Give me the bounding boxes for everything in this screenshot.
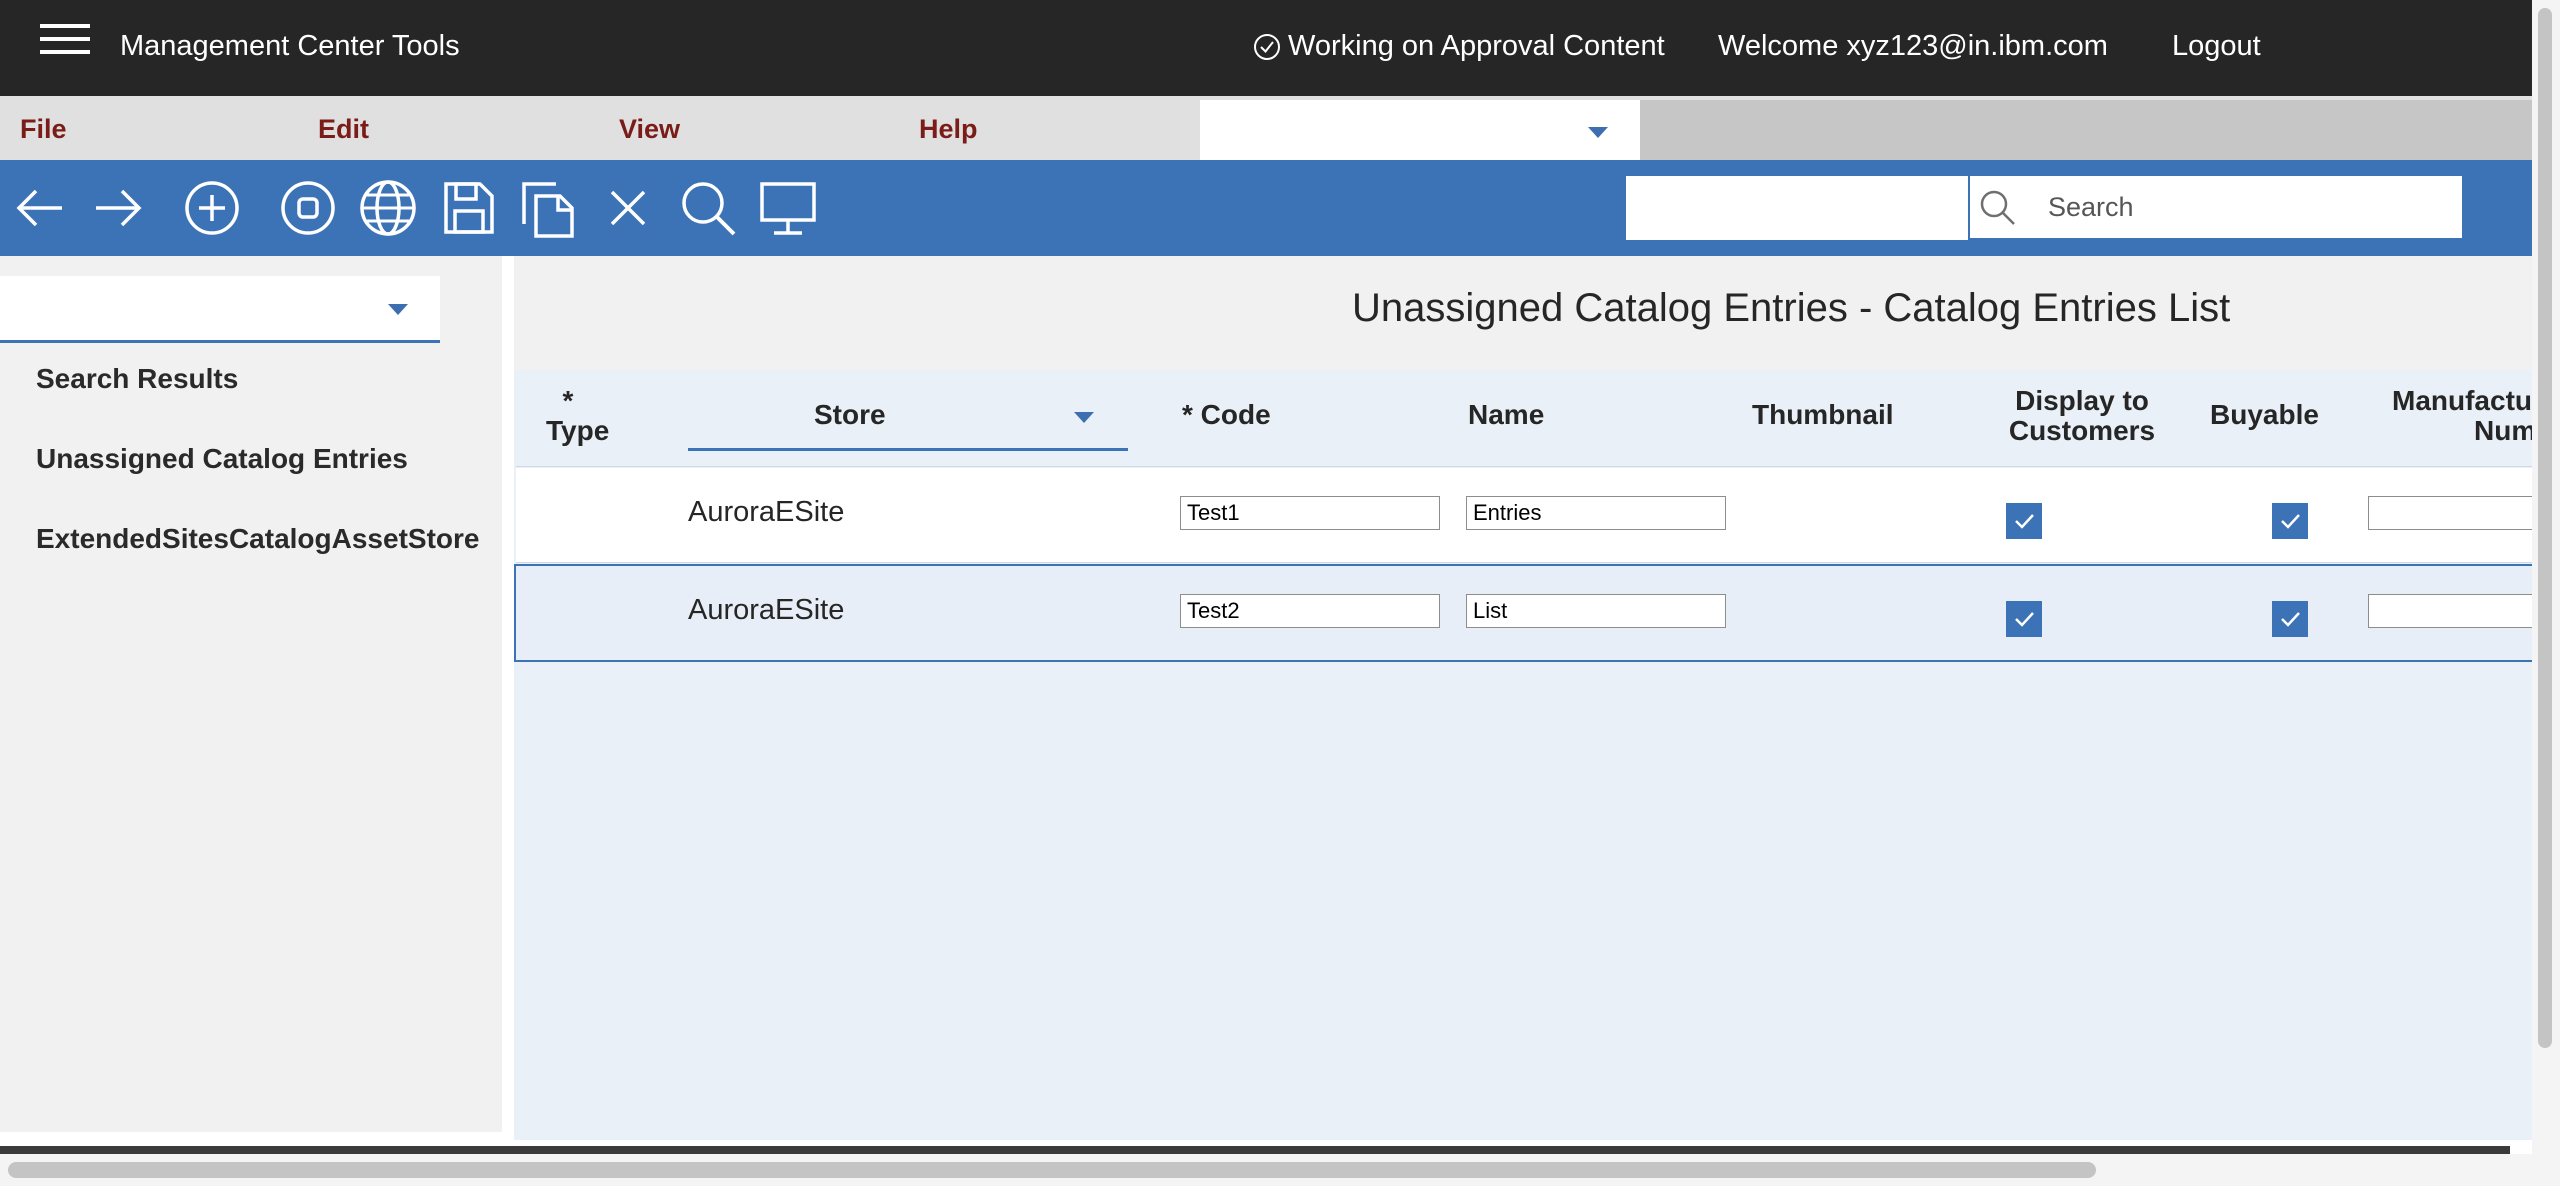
chevron-down-icon: [1588, 127, 1608, 138]
name-field[interactable]: [1466, 594, 1726, 628]
nav-item-search-results[interactable]: Search Results: [36, 363, 238, 395]
monitor-icon[interactable]: [758, 178, 818, 238]
menu-bar-filler: [1640, 100, 2532, 160]
approval-status-text: Working on Approval Content: [1288, 30, 1665, 62]
column-header-name[interactable]: Name: [1468, 400, 1544, 430]
code-field[interactable]: [1180, 496, 1440, 530]
menu-edit[interactable]: Edit: [318, 114, 369, 145]
column-header-manufacturer-number[interactable]: Manufactu Numb: [2392, 386, 2553, 446]
nav-item-extended-sites-catalog-asset-store[interactable]: ExtendedSitesCatalogAssetStore: [36, 523, 479, 555]
logout-link[interactable]: Logout: [2172, 30, 2261, 63]
column-header-type[interactable]: * Type: [546, 385, 610, 446]
table-row[interactable]: AuroraESite: [516, 468, 2538, 563]
column-header-display-to-customers[interactable]: Display to Customers: [1982, 386, 2182, 446]
bottom-divider: [0, 1146, 2510, 1154]
table-row-selected[interactable]: AuroraESite: [514, 564, 2538, 662]
page-title: Unassigned Catalog Entries - Catalog Ent…: [1352, 286, 2231, 330]
column-header-store[interactable]: Store: [814, 400, 886, 430]
app-title: Management Center Tools: [120, 30, 460, 62]
column-header-buyable[interactable]: Buyable: [2210, 400, 2319, 430]
globe-icon[interactable]: [358, 178, 418, 238]
column-header-thumbnail[interactable]: Thumbnail: [1752, 400, 1894, 430]
column-header-type-label: Type: [546, 415, 610, 446]
column-header-display-line2: Customers: [2008, 415, 2156, 446]
display-to-customers-checkbox[interactable]: [2006, 503, 2042, 539]
buyable-checkbox[interactable]: [2272, 503, 2308, 539]
display-to-customers-checkbox[interactable]: [2006, 601, 2042, 637]
name-field[interactable]: [1466, 496, 1726, 530]
store-column-underline: [688, 448, 1128, 451]
find-input[interactable]: [1626, 176, 1968, 240]
chevron-down-icon: [388, 304, 408, 315]
column-header-manuf-line2: Numb: [2474, 415, 2554, 446]
menu-view[interactable]: View: [619, 114, 680, 145]
nav-item-unassigned-catalog-entries[interactable]: Unassigned Catalog Entries: [36, 443, 408, 475]
search-input[interactable]: Search: [1970, 176, 2462, 238]
buyable-checkbox[interactable]: [2272, 601, 2308, 637]
required-marker: *: [562, 385, 574, 416]
vertical-scrollbar-thumb[interactable]: [2538, 8, 2552, 1048]
search-icon: [1980, 190, 2015, 225]
hamburger-menu-icon[interactable]: [40, 24, 90, 66]
explorer-filter-dropdown[interactable]: [0, 276, 440, 343]
copy-icon[interactable]: [518, 178, 578, 238]
cell-store: AuroraESite: [688, 594, 845, 626]
approval-status: Working on Approval Content: [1252, 30, 1665, 63]
welcome-user-text: Welcome xyz123@in.ibm.com: [1718, 30, 2108, 62]
close-icon[interactable]: [598, 178, 658, 238]
save-icon[interactable]: [438, 178, 498, 238]
manufacturer-number-field[interactable]: [2368, 594, 2538, 628]
code-field[interactable]: [1180, 594, 1440, 628]
stop-circle-icon[interactable]: [278, 178, 338, 238]
column-header-manuf-line1: Manufactu: [2392, 385, 2532, 416]
cell-store: AuroraESite: [688, 496, 845, 528]
tool-selector-dropdown[interactable]: [1200, 100, 1640, 164]
horizontal-scrollbar-thumb[interactable]: [8, 1162, 2096, 1178]
check-circle-icon: [1254, 33, 1280, 60]
forward-arrow-icon[interactable]: [88, 178, 148, 238]
column-header-code[interactable]: * Code: [1182, 400, 1271, 430]
store-column-chevron-down-icon[interactable]: [1074, 412, 1094, 423]
back-arrow-icon[interactable]: [10, 178, 70, 238]
menu-help[interactable]: Help: [919, 114, 978, 145]
add-circle-icon[interactable]: [182, 178, 242, 238]
table-header: * Type Store * Code Name Thumbnail Displ…: [516, 370, 2553, 467]
column-header-display-line1: Display to: [2015, 385, 2149, 416]
search-icon[interactable]: [678, 178, 738, 238]
menu-file[interactable]: File: [20, 114, 67, 145]
manufacturer-number-field[interactable]: [2368, 496, 2538, 530]
search-placeholder: Search: [2048, 192, 2134, 222]
